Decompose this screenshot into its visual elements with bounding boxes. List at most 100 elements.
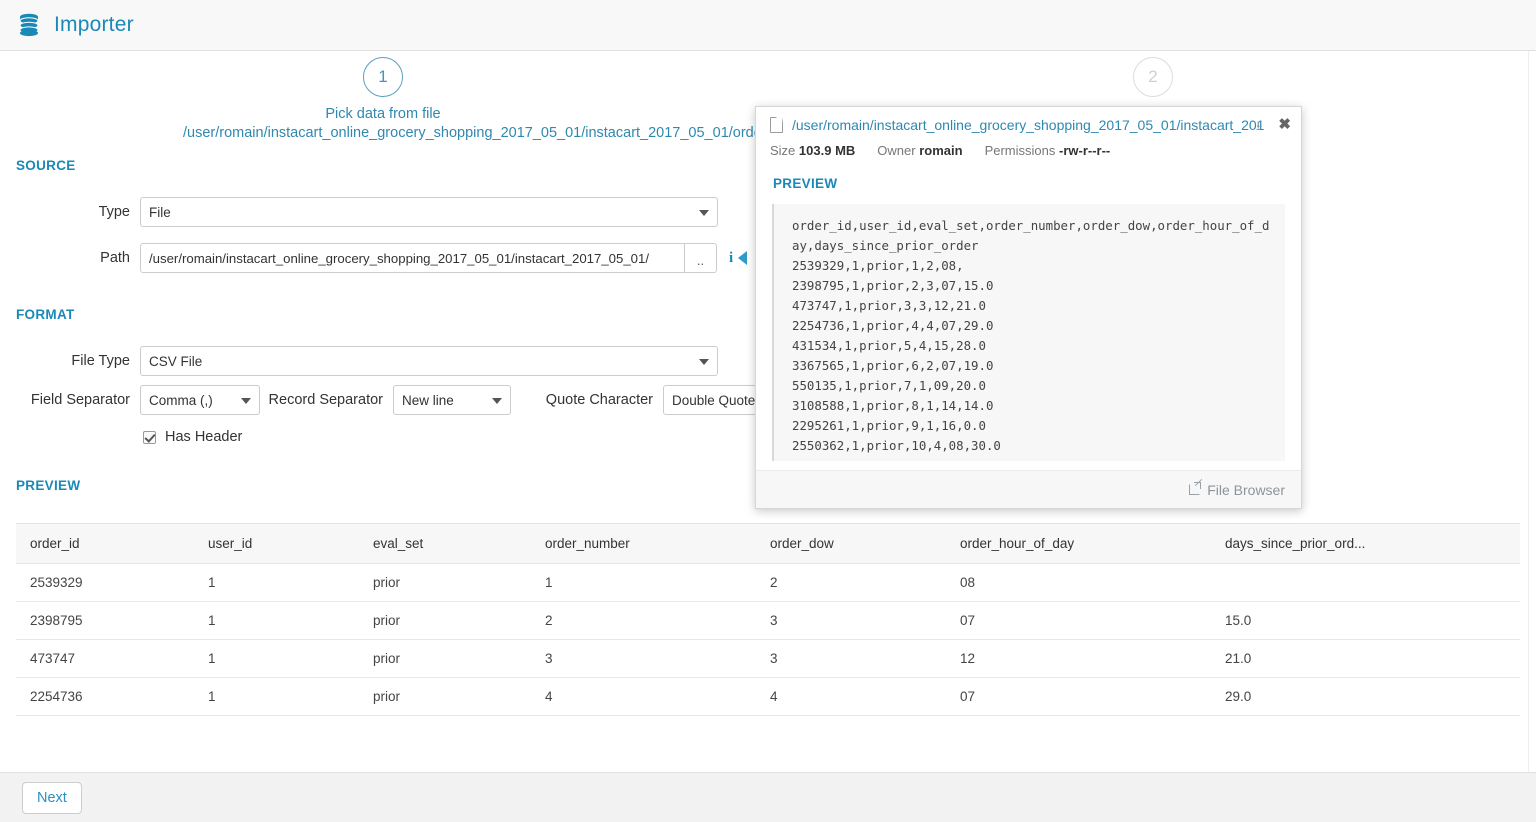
table-cell: 12	[946, 639, 1211, 678]
table-cell: 3	[531, 639, 756, 678]
step-1-path: /user/romain/instacart_online_grocery_sh…	[183, 125, 800, 141]
table-row: 2254736 1 prior 4 4 07 29.0	[16, 677, 1520, 716]
page-scrollbar[interactable]	[1528, 51, 1536, 772]
table-cell: 07	[946, 677, 1211, 716]
quote-character-label: Quote Character	[545, 392, 653, 408]
table-cell: 29.0	[1211, 677, 1520, 716]
table-cell: 3	[756, 639, 946, 678]
table-row: 473747 1 prior 3 3 12 21.0	[16, 639, 1520, 678]
path-parent-button[interactable]: ..	[685, 243, 717, 273]
chevron-down-icon	[699, 359, 709, 365]
table-cell: 2	[531, 601, 756, 640]
record-separator-select[interactable]: New line	[393, 385, 511, 415]
preview-table: order_id user_id eval_set order_number o…	[16, 523, 1520, 716]
table-cell: 15.0	[1211, 601, 1520, 640]
table-header-row: order_id user_id eval_set order_number o…	[16, 523, 1520, 564]
step-1-label: Pick data from file	[325, 106, 441, 122]
column-header[interactable]: days_since_prior_ord...	[1211, 523, 1520, 564]
field-separator-label: Field Separator	[30, 392, 130, 408]
external-link-icon	[1189, 482, 1202, 495]
table-cell: 4	[756, 677, 946, 716]
app-header: Importer	[0, 0, 1536, 51]
has-header-label: Has Header	[165, 429, 243, 445]
file-owner-label: Owner	[877, 143, 916, 158]
chevron-down-icon	[492, 398, 502, 404]
field-separator-value: Comma (,)	[149, 392, 213, 408]
popup-code-container: order_id,user_id,eval_set,order_number,o…	[772, 204, 1285, 461]
file-size: Size 103.9 MB	[770, 143, 855, 158]
column-header[interactable]: order_id	[16, 523, 194, 564]
field-separator-select[interactable]: Comma (,)	[140, 385, 260, 415]
step-2-circle: 2	[1133, 57, 1173, 97]
file-permissions: Permissions -rw-r--r--	[985, 143, 1111, 158]
column-header[interactable]: order_number	[531, 523, 756, 564]
table-cell: prior	[359, 563, 531, 602]
file-info-popup: /user/romain/instacart_online_grocery_sh…	[755, 106, 1302, 509]
popup-file-path[interactable]: /user/romain/instacart_online_grocery_sh…	[792, 117, 1264, 133]
column-header[interactable]: user_id	[194, 523, 359, 564]
popup-metadata: Size 103.9 MB Owner romain Permissions -…	[756, 139, 1301, 158]
table-cell: 07	[946, 601, 1211, 640]
info-icon[interactable]: i	[729, 250, 733, 267]
app-title: Importer	[54, 13, 134, 36]
next-button[interactable]: Next	[22, 781, 82, 814]
type-select[interactable]: File	[140, 197, 718, 227]
table-cell: 1	[531, 563, 756, 602]
file-size-value: 103.9 MB	[798, 143, 856, 158]
column-header[interactable]: order_hour_of_day	[946, 523, 1211, 564]
popup-pointer-icon	[738, 251, 748, 265]
table-cell: 473747	[16, 639, 194, 678]
table-cell: 08	[946, 563, 1211, 602]
table-cell: prior	[359, 677, 531, 716]
popup-footer: File Browser	[756, 470, 1301, 508]
table-cell: 2254736	[16, 677, 194, 716]
type-label: Type	[98, 204, 130, 220]
quote-character-value: Double Quote	[672, 392, 756, 408]
table-cell: 3	[756, 601, 946, 640]
popup-preview-title: PREVIEW	[773, 176, 838, 191]
file-size-label: Size	[770, 143, 796, 158]
file-owner-value: romain	[919, 143, 963, 158]
importer-app: Importer 1 Pick data from file /user/rom…	[0, 0, 1536, 822]
table-cell: 21.0	[1211, 639, 1520, 678]
file-owner: Owner romain	[877, 143, 962, 158]
file-permissions-value: -rw-r--r--	[1058, 143, 1111, 158]
step-2[interactable]: 2	[1113, 57, 1193, 97]
popup-header: /user/romain/instacart_online_grocery_sh…	[756, 107, 1301, 139]
path-input[interactable]: /user/romain/instacart_online_grocery_sh…	[140, 243, 685, 273]
table-cell	[1211, 563, 1520, 602]
table-row: 2539329 1 prior 1 2 08	[16, 563, 1520, 602]
table-cell: 2539329	[16, 563, 194, 602]
table-cell: prior	[359, 639, 531, 678]
download-icon[interactable]: ⭳	[1256, 119, 1269, 132]
table-cell: prior	[359, 601, 531, 640]
table-row: 2398795 1 prior 2 3 07 15.0	[16, 601, 1520, 640]
step-1[interactable]: 1 Pick data from file /user/romain/insta…	[183, 57, 800, 141]
wizard-footer: Next	[0, 772, 1536, 822]
file-type-select-value: CSV File	[149, 353, 203, 369]
table-cell: 1	[194, 601, 359, 640]
step-1-circle: 1	[363, 57, 403, 97]
file-browser-link[interactable]: File Browser	[1207, 482, 1285, 498]
popup-code-text: order_id,user_id,eval_set,order_number,o…	[792, 218, 1270, 453]
file-type-label: File Type	[71, 353, 130, 369]
column-header[interactable]: eval_set	[359, 523, 531, 564]
path-label: Path	[100, 250, 130, 266]
file-type-select[interactable]: CSV File	[140, 346, 718, 376]
column-header[interactable]: order_dow	[756, 523, 946, 564]
record-separator-value: New line	[402, 392, 454, 408]
table-cell: 1	[194, 677, 359, 716]
chevron-down-icon	[241, 398, 251, 404]
table-cell: 2	[756, 563, 946, 602]
record-separator-label: Record Separator	[268, 392, 383, 408]
file-permissions-label: Permissions	[984, 143, 1056, 158]
table-cell: 2398795	[16, 601, 194, 640]
close-icon[interactable]: ✖	[1278, 117, 1291, 132]
has-header-checkbox[interactable]	[143, 430, 156, 444]
file-icon	[770, 117, 783, 133]
chevron-down-icon	[699, 210, 709, 216]
table-cell: 4	[531, 677, 756, 716]
database-icon	[19, 13, 39, 37]
type-select-value: File	[149, 204, 171, 220]
table-cell: 1	[194, 563, 359, 602]
